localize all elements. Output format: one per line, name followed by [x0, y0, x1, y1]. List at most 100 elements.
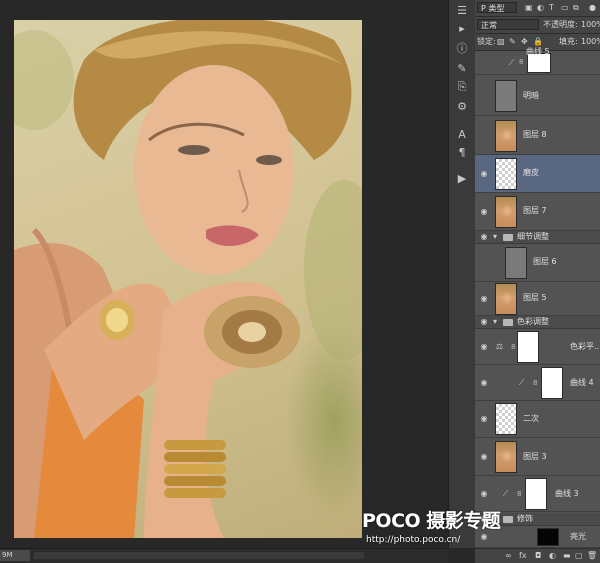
layer-row[interactable]: 图层 8 — [475, 117, 600, 155]
layer-thumb — [495, 403, 517, 435]
link-icon: 8 — [511, 343, 516, 351]
paragraph-icon[interactable]: ¶ — [453, 146, 471, 160]
layer-thumb — [495, 120, 517, 152]
brush-icon[interactable]: ✎ — [453, 62, 471, 76]
play-icon[interactable]: ▶ — [453, 172, 471, 186]
layer-group-row[interactable]: ◉ ▾ 细节调整 — [475, 231, 600, 244]
layer-name: 曲线 5 — [526, 47, 550, 56]
visibility-eye-icon[interactable]: ◉ — [479, 414, 489, 424]
horizontal-scrollbar[interactable] — [34, 552, 364, 559]
filter-shape-icon[interactable]: ▭ — [561, 2, 569, 14]
character-icon[interactable]: A — [453, 128, 471, 142]
filter-kind-select[interactable]: P 类型 — [477, 2, 517, 13]
layer-mask-thumb — [541, 367, 563, 399]
photo-image — [14, 20, 362, 538]
layer-name: 图层 8 — [523, 130, 547, 139]
layer-row[interactable]: ◉ 图层 5 — [475, 282, 600, 316]
visibility-eye-icon[interactable]: ◉ — [479, 452, 489, 462]
layer-row[interactable]: ◉ ⟋ 8 曲线 3 — [475, 476, 600, 512]
curves-icon: ⟋ — [508, 58, 515, 67]
trash-icon[interactable]: 🗑 — [587, 550, 597, 562]
layer-thumb — [495, 441, 517, 473]
filter-smart-icon[interactable]: ⧉ — [573, 2, 579, 14]
filter-adjust-icon[interactable]: ◐ — [537, 2, 544, 14]
visibility-eye-icon[interactable]: ◉ — [479, 207, 489, 217]
layer-row[interactable]: ⟋ 8 曲线 5 — [475, 47, 600, 75]
layer-thumb — [495, 80, 517, 112]
layer-name: 图层 3 — [523, 452, 547, 461]
layers-panel: P 类型 ▣ ◐ T ▭ ⧉ ● 正常 不透明度: 100% 锁定: ▨ ✎ ✥… — [475, 0, 600, 548]
layer-mask-thumb — [525, 478, 547, 510]
fill-label: 填充: — [559, 37, 578, 46]
layer-name: 曲线 4 — [570, 378, 594, 387]
new-layer-icon[interactable]: ▢ — [575, 550, 583, 562]
layer-row[interactable]: ◉ 图层 3 — [475, 438, 600, 476]
blend-row: 正常 不透明度: 100% — [475, 17, 600, 34]
layer-name: 曲线 3 — [555, 489, 579, 498]
watermark: POCO 摄影专题 http://photo.poco.cn/ — [362, 510, 552, 554]
curves-icon: ⟋ — [502, 489, 509, 498]
visibility-eye-icon[interactable]: ◉ — [479, 232, 489, 242]
visibility-eye-icon[interactable]: ◉ — [479, 169, 489, 179]
chevron-down-icon[interactable]: ▾ — [493, 231, 497, 243]
lock-pixels-icon[interactable]: ✎ — [509, 36, 516, 48]
layer-thumb — [495, 283, 517, 315]
layer-name: 图层 5 — [523, 293, 547, 302]
layer-thumb — [495, 158, 517, 190]
curves-icon: ⟋ — [518, 378, 525, 387]
layer-name: 明暗 — [523, 91, 539, 100]
visibility-eye-icon[interactable]: ◉ — [479, 489, 489, 499]
blend-mode-select[interactable]: 正常 — [477, 19, 539, 30]
layer-name: 磨皮 — [523, 168, 539, 177]
group-name: 细节调整 — [517, 232, 549, 241]
adjust-icon[interactable]: ⚙ — [453, 100, 471, 114]
layer-row[interactable]: 图层 6 — [475, 244, 600, 282]
layer-name: 二次 — [523, 414, 539, 423]
new-group-icon[interactable]: ▬ — [563, 550, 571, 562]
visibility-eye-icon[interactable]: ◉ — [479, 294, 489, 304]
layer-row[interactable]: ◉ 图层 7 — [475, 193, 600, 231]
layer-name: 图层 6 — [533, 257, 557, 266]
layer-row[interactable]: ◉ ⚖ 8 色彩平... — [475, 329, 600, 365]
layer-thumb — [495, 196, 517, 228]
folder-icon — [503, 234, 513, 241]
filter-toggle-icon[interactable]: ● — [589, 2, 596, 14]
layer-mask-thumb — [517, 331, 539, 363]
visibility-eye-icon[interactable]: ◉ — [479, 342, 489, 352]
info-icon[interactable]: ⓘ — [453, 42, 471, 56]
visibility-eye-icon[interactable]: ◉ — [479, 317, 489, 327]
opacity-label: 不透明度: — [543, 20, 578, 29]
lock-transparent-icon[interactable]: ▨ — [497, 36, 505, 48]
link-icon: 8 — [533, 379, 538, 387]
layer-name: 亮光 — [570, 532, 586, 541]
history-icon[interactable]: ☰ — [453, 4, 471, 18]
watermark-logo: POCO 摄影专题 — [362, 510, 501, 532]
panel-icon-strip: ☰ ▸ ⓘ ✎ ⎘ ⚙ A ¶ ▶ — [448, 0, 476, 548]
link-icon: 8 — [517, 490, 522, 498]
photo-illustration — [14, 20, 362, 538]
fill-value[interactable]: 100% — [581, 36, 600, 48]
stamp-icon[interactable]: ⎘ — [453, 80, 471, 94]
layer-group-row[interactable]: ◉ ▾ 色彩调整 — [475, 316, 600, 329]
link-icon: 8 — [519, 58, 524, 66]
actions-icon[interactable]: ▸ — [453, 22, 471, 36]
watermark-url: http://photo.poco.cn/ — [366, 535, 461, 545]
zoom-readout[interactable]: 9M — [0, 550, 30, 561]
opacity-value[interactable]: 100% — [581, 19, 600, 31]
filter-pixel-icon[interactable]: ▣ — [525, 2, 533, 14]
layer-thumb — [505, 247, 527, 279]
layer-name: 色彩平... — [570, 342, 600, 351]
layer-row[interactable]: 明暗 — [475, 76, 600, 116]
layer-row-selected[interactable]: ◉ 磨皮 — [475, 155, 600, 193]
layer-row[interactable]: ◉ ⟋ 8 曲线 4 — [475, 365, 600, 401]
visibility-eye-icon[interactable]: ◉ — [479, 378, 489, 388]
layer-name: 图层 7 — [523, 206, 547, 215]
layer-row[interactable]: ◉ 二次 — [475, 401, 600, 438]
folder-icon — [503, 319, 513, 326]
layer-filter-row: P 类型 ▣ ◐ T ▭ ⧉ ● — [475, 0, 600, 17]
balance-icon: ⚖ — [495, 342, 504, 351]
group-name: 色彩调整 — [517, 317, 549, 326]
document-canvas[interactable] — [0, 0, 448, 548]
filter-type-icon[interactable]: T — [549, 2, 554, 14]
chevron-down-icon[interactable]: ▾ — [493, 316, 497, 328]
